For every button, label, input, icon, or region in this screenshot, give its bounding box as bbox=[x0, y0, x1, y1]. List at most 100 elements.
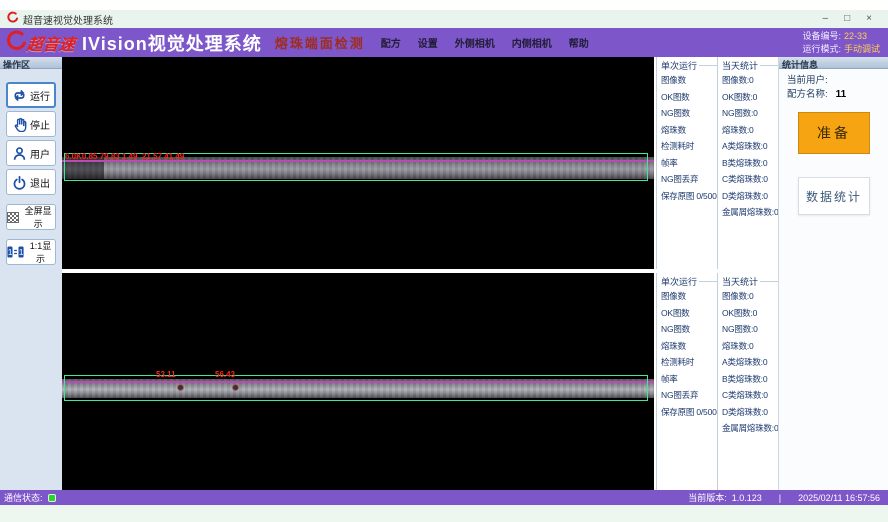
today-stats-groupbox: 当天统计 图像数:0 OK图数:0 NG图数:0 熔珠数:0 A类熔珠数:0 B… bbox=[717, 273, 778, 490]
run-loop-icon bbox=[12, 88, 27, 103]
today-stats-title: 当天统计 bbox=[722, 59, 758, 72]
stat-row: 金属屑熔珠数:0 bbox=[722, 420, 778, 437]
stat-row: 图像数:0 bbox=[722, 288, 778, 305]
today-stats-groupbox: 当天统计 图像数:0 OK图数:0 NG图数:0 熔珠数:0 A类熔珠数:0 B… bbox=[717, 57, 778, 269]
today-stats-title: 当天统计 bbox=[722, 275, 758, 288]
run-mode-label: 运行模式: bbox=[802, 44, 841, 54]
svg-text:1: 1 bbox=[19, 248, 24, 257]
stat-row: OK图数 bbox=[661, 305, 717, 322]
exit-button-label: 退出 bbox=[30, 175, 50, 190]
operation-sidebar: 操作区 运行 停止 bbox=[0, 57, 62, 490]
close-button[interactable]: × bbox=[866, 10, 872, 28]
statistics-info-title: 统计信息 bbox=[779, 57, 888, 69]
minimize-button[interactable]: – bbox=[823, 10, 829, 28]
app-window: 超音速视觉处理系统 – □ × 超音速 IVision视觉处理系统 熔珠端面检测… bbox=[0, 0, 888, 522]
stat-row: 熔珠数 bbox=[661, 338, 717, 355]
stat-row: 金属屑熔珠数:0 bbox=[722, 204, 778, 221]
app-subtitle: 熔珠端面检测 bbox=[275, 33, 365, 52]
os-titlebar: 超音速视觉处理系统 – □ × bbox=[0, 10, 888, 28]
stat-row: 图像数:0 bbox=[722, 72, 778, 89]
stat-row: OK图数:0 bbox=[722, 305, 778, 322]
one-to-one-button[interactable]: 1 1 1:1显示 bbox=[6, 239, 56, 265]
stat-row: NG图丢弃 bbox=[661, 171, 717, 188]
stat-row: NG图数 bbox=[661, 105, 717, 122]
stat-row: B类熔珠数:0 bbox=[722, 371, 778, 388]
green-roi-rectangle bbox=[64, 375, 648, 401]
single-run-groupbox: 单次运行 图像数 OK图数 NG图数 熔珠数 检测耗时 帧率 NG图丢弃 保存原… bbox=[656, 273, 717, 490]
recipe-name-value: 11 bbox=[836, 89, 847, 100]
stat-row: NG图数 bbox=[661, 321, 717, 338]
version-value: 1.0.123 bbox=[732, 493, 762, 503]
main-menu: 配方 设置 外侧相机 内侧相机 帮助 bbox=[381, 35, 589, 50]
brand-name: 超音速 bbox=[26, 31, 77, 55]
run-button[interactable]: 运行 bbox=[6, 82, 56, 108]
status-separator: | bbox=[779, 493, 781, 503]
version-label: 当前版本: bbox=[688, 491, 727, 504]
power-icon bbox=[12, 175, 27, 190]
fullscreen-dither-icon bbox=[7, 212, 19, 223]
stop-button-label: 停止 bbox=[30, 117, 50, 132]
stat-row: OK图数 bbox=[661, 89, 717, 106]
desktop-background bbox=[0, 505, 888, 522]
svg-text:1: 1 bbox=[8, 248, 13, 257]
stat-row: NG图丢弃 bbox=[661, 387, 717, 404]
user-button[interactable]: 用户 bbox=[6, 140, 56, 166]
menu-item-recipe[interactable]: 配方 bbox=[381, 35, 401, 50]
exit-button[interactable]: 退出 bbox=[6, 169, 56, 195]
stat-row: OK图数:0 bbox=[722, 89, 778, 106]
stop-hand-icon bbox=[12, 117, 27, 132]
one-to-one-button-label: 1:1显示 bbox=[26, 239, 55, 265]
menu-item-settings[interactable]: 设置 bbox=[418, 35, 438, 50]
data-statistics-button[interactable]: 数据统计 bbox=[798, 177, 870, 215]
camera-viewport-top: 6.0K0.85 79.83 1.49 21.57 41.49 bbox=[62, 57, 654, 269]
stat-row: B类熔珠数:0 bbox=[722, 155, 778, 172]
stat-row: 熔珠数:0 bbox=[722, 338, 778, 355]
measurement-annotation: 53.11 bbox=[156, 370, 176, 379]
stat-row: NG图数:0 bbox=[722, 105, 778, 122]
fullscreen-button[interactable]: 全屏显示 bbox=[6, 204, 56, 230]
maximize-button[interactable]: □ bbox=[844, 10, 850, 28]
app-title: IVision视觉处理系统 bbox=[82, 30, 262, 56]
stat-row: C类熔珠数:0 bbox=[722, 171, 778, 188]
defect-marker bbox=[177, 384, 184, 391]
stat-row: C类熔珠数:0 bbox=[722, 387, 778, 404]
statistics-column: 单次运行 图像数 OK图数 NG图数 熔珠数 检测耗时 帧率 NG图丢弃 保存原… bbox=[654, 57, 778, 490]
stat-row: 熔珠数:0 bbox=[722, 122, 778, 139]
window-title: 超音速视觉处理系统 bbox=[23, 12, 113, 27]
menu-item-outer-camera[interactable]: 外侧相机 bbox=[455, 35, 495, 50]
stat-row: NG图数:0 bbox=[722, 321, 778, 338]
single-run-title: 单次运行 bbox=[661, 275, 697, 288]
stat-row: D类熔珠数:0 bbox=[722, 404, 778, 421]
stat-row: 检测耗时 bbox=[661, 138, 717, 155]
single-run-title: 单次运行 bbox=[661, 59, 697, 72]
stat-row: 图像数 bbox=[661, 288, 717, 305]
fullscreen-button-label: 全屏显示 bbox=[21, 204, 55, 230]
one-to-one-icon: 1 1 bbox=[7, 246, 24, 258]
device-info: 设备编号:22-33 运行模式:手动调试 bbox=[802, 30, 880, 56]
operation-area-title: 操作区 bbox=[0, 57, 62, 69]
camera-viewport-bottom: 53.11 56.43 bbox=[62, 273, 654, 490]
statistics-info-panel: 统计信息 当前用户: 配方名称: 11 准备 数据统计 bbox=[778, 57, 888, 490]
stats-section-top: 单次运行 图像数 OK图数 NG图数 熔珠数 检测耗时 帧率 NG图丢弃 保存原… bbox=[656, 57, 778, 269]
status-bar: 通信状态: 当前版本: 1.0.123 | 2025/02/11 16:57:5… bbox=[0, 490, 888, 505]
menu-item-help[interactable]: 帮助 bbox=[569, 35, 589, 50]
stat-row: 保存原图 0/500 bbox=[661, 188, 717, 205]
stop-button[interactable]: 停止 bbox=[6, 111, 56, 137]
comm-status-label: 通信状态: bbox=[4, 491, 43, 504]
app-header: 超音速 IVision视觉处理系统 熔珠端面检测 配方 设置 外侧相机 内侧相机… bbox=[0, 28, 888, 57]
defect-marker bbox=[232, 384, 239, 391]
user-button-label: 用户 bbox=[30, 146, 50, 161]
current-user-label: 当前用户: bbox=[787, 75, 828, 86]
stat-row: A类熔珠数:0 bbox=[722, 138, 778, 155]
stat-row: D类熔珠数:0 bbox=[722, 188, 778, 205]
device-number-label: 设备编号: bbox=[802, 31, 841, 41]
recipe-name-label: 配方名称: bbox=[787, 89, 828, 100]
run-mode-value: 手动调试 bbox=[844, 44, 880, 54]
menu-item-inner-camera[interactable]: 内侧相机 bbox=[512, 35, 552, 50]
prepare-button[interactable]: 准备 bbox=[798, 112, 870, 154]
stat-row: A类熔珠数:0 bbox=[722, 354, 778, 371]
datetime-value: 2025/02/11 16:57:56 bbox=[798, 493, 880, 503]
measurement-annotation: 6.0K0.85 79.83 1.49 21.57 41.49 bbox=[65, 152, 184, 161]
stat-row: 保存原图 0/500 bbox=[661, 404, 717, 421]
window-controls: – □ × bbox=[823, 10, 872, 28]
